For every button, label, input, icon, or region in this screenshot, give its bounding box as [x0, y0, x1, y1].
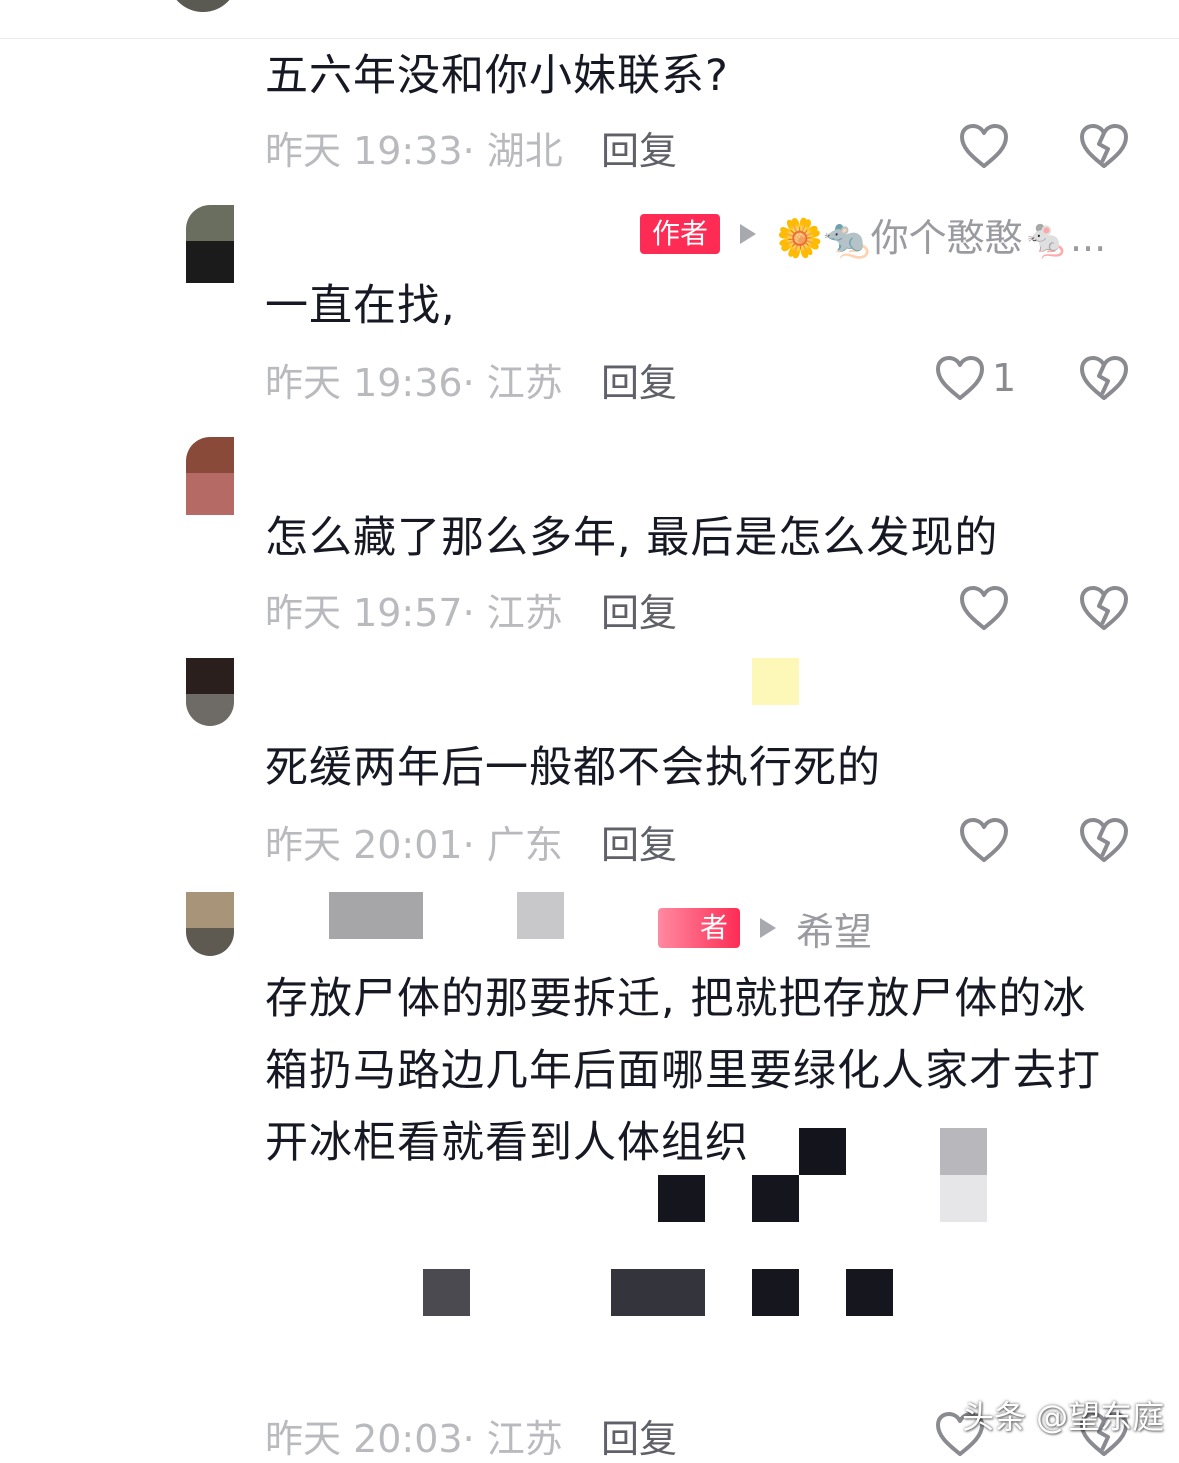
reply-button[interactable]: 回复	[601, 582, 677, 637]
comment-time-location: 昨天 20:03· 江苏	[265, 1416, 563, 1461]
comment-time-location: 昨天 19:57· 江苏	[265, 590, 563, 635]
mosaic-block	[658, 1175, 705, 1222]
comment-text: 死缓两年后一般都不会执行死的	[265, 743, 881, 793]
avatar[interactable]	[168, 0, 238, 12]
comment-time-location: 昨天 19:33· 湖北	[265, 128, 563, 173]
comment-time-location: 昨天 19:36· 江苏	[265, 360, 563, 405]
comment-time-location: 昨天 20:01· 广东	[265, 822, 563, 867]
mosaic-block	[611, 1269, 705, 1316]
reply-button[interactable]: 回复	[601, 1408, 677, 1463]
comment-text: 怎么藏了那么多年, 最后是怎么发现的	[265, 513, 999, 563]
broken-heart-icon[interactable]	[1078, 354, 1130, 402]
comment-text: 五六年没和你小妹联系?	[265, 51, 729, 101]
avatar[interactable]	[186, 437, 236, 515]
broken-heart-icon[interactable]	[1078, 122, 1130, 170]
author-badge: 作者	[640, 214, 721, 254]
mosaic-block	[517, 892, 564, 939]
reply-arrow-icon	[740, 224, 757, 244]
comment-text: 一直在找,	[265, 281, 456, 331]
mosaic-block	[940, 1128, 987, 1175]
avatar[interactable]	[186, 658, 236, 736]
comment-meta: 昨天 19:33· 湖北 回复	[265, 120, 677, 175]
comment-meta: 昨天 20:01· 广东 回复	[265, 814, 677, 869]
heart-outline-icon[interactable]	[958, 584, 1010, 632]
reply-button[interactable]: 回复	[601, 352, 677, 407]
heart-outline-icon[interactable]	[958, 816, 1010, 864]
comment-meta: 昨天 19:57· 江苏 回复	[265, 582, 677, 637]
heart-outline-icon[interactable]	[958, 122, 1010, 170]
mosaic-block	[940, 1175, 987, 1222]
reply-button[interactable]: 回复	[601, 120, 677, 175]
comment-meta: 昨天 19:36· 江苏 回复	[265, 352, 677, 407]
author-badge: 者	[658, 908, 741, 948]
mosaic-block	[329, 892, 423, 939]
broken-heart-icon[interactable]	[1078, 816, 1130, 864]
broken-heart-icon[interactable]	[1078, 584, 1130, 632]
mosaic-block	[799, 1128, 846, 1175]
reply-target-name[interactable]: 希望	[796, 901, 872, 956]
mosaic-block	[423, 1269, 470, 1316]
like-count: 1	[992, 356, 1017, 400]
watermark: 头条 @望东庭	[962, 1398, 1165, 1436]
comment-author-line: 者 希望	[658, 904, 872, 954]
reply-target-name[interactable]: 🌼🐀你个憨憨🐁...	[776, 207, 1106, 262]
mosaic-block	[846, 1269, 893, 1316]
divider	[0, 38, 1179, 39]
reply-arrow-icon	[760, 918, 777, 938]
mosaic-block	[752, 658, 799, 705]
comment-author-line: 作者 🌼🐀你个憨憨🐁...	[640, 210, 1106, 260]
comment-text: 存放尸体的那要拆迁, 把就把存放尸体的冰箱扔马路边几年后面哪里要绿化人家才去打开…	[265, 974, 1101, 1168]
comment-meta: 昨天 20:03· 江苏 回复	[265, 1408, 677, 1463]
heart-outline-icon[interactable]	[934, 354, 986, 402]
avatar[interactable]	[186, 892, 236, 970]
mosaic-block	[752, 1175, 799, 1222]
avatar[interactable]	[186, 205, 236, 283]
mosaic-block	[752, 1269, 799, 1316]
reply-button[interactable]: 回复	[601, 814, 677, 869]
